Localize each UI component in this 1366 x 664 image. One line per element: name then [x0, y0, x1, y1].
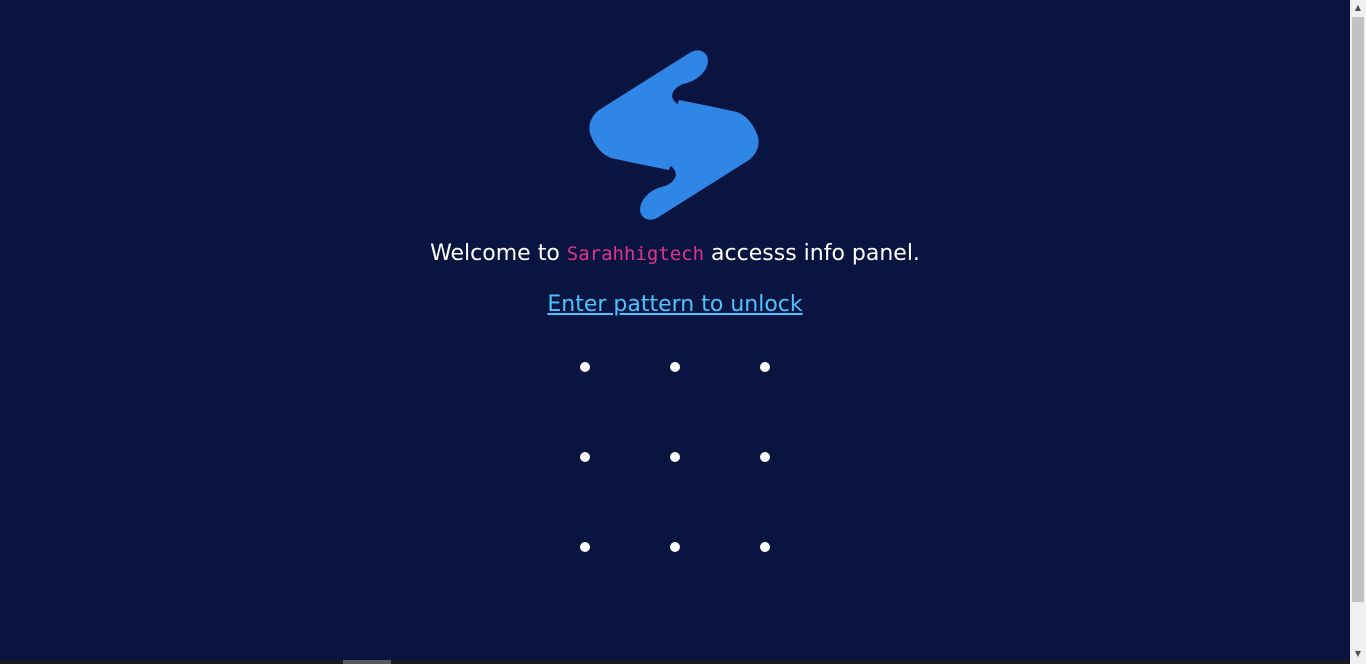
brand-name: Sarahhigtech [566, 243, 705, 265]
instruction: Enter pattern to unlock [0, 290, 1350, 321]
pattern-dot-5[interactable] [630, 412, 720, 502]
welcome-message: Welcome to Sarahhigtech accesss info pan… [0, 238, 1350, 270]
dot-icon [760, 542, 770, 552]
pattern-dot-3[interactable] [720, 322, 810, 412]
dot-icon [670, 362, 680, 372]
dot-icon [760, 362, 770, 372]
pattern-dot-8[interactable] [630, 502, 720, 592]
dot-icon [670, 452, 680, 462]
dot-icon [670, 542, 680, 552]
unlock-screen: Welcome to Sarahhigtech accesss info pan… [0, 0, 1350, 660]
welcome-suffix: accesss info panel. [704, 241, 920, 266]
enter-pattern-link[interactable]: Enter pattern to unlock [547, 292, 802, 317]
pattern-dot-6[interactable] [720, 412, 810, 502]
pattern-dot-9[interactable] [720, 502, 810, 592]
dot-icon [580, 452, 590, 462]
horizontal-scroll-thumb[interactable] [343, 660, 391, 664]
welcome-prefix: Welcome to [430, 241, 567, 266]
pattern-lock-grid[interactable] [540, 322, 810, 592]
pattern-dot-2[interactable] [630, 322, 720, 412]
s-logo-icon [589, 50, 759, 220]
vertical-scrollbar[interactable]: ▲ ▼ [1350, 0, 1366, 664]
dot-icon [580, 542, 590, 552]
dot-icon [580, 362, 590, 372]
pattern-dot-1[interactable] [540, 322, 630, 412]
scroll-up-arrow-icon[interactable]: ▲ [1350, 0, 1366, 16]
pattern-dot-4[interactable] [540, 412, 630, 502]
pattern-dot-7[interactable] [540, 502, 630, 592]
horizontal-scrollbar[interactable] [0, 660, 1350, 664]
vertical-scroll-thumb[interactable] [1352, 17, 1364, 602]
dot-icon [760, 452, 770, 462]
scroll-down-arrow-icon[interactable]: ▼ [1350, 646, 1366, 662]
